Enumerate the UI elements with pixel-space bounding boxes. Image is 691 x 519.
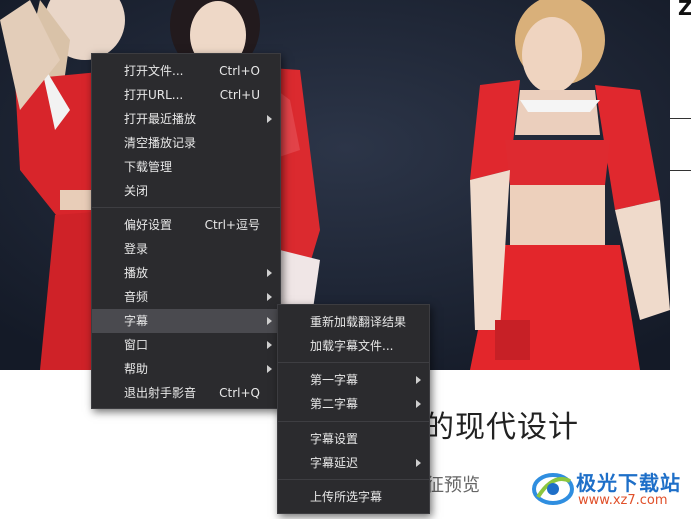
menu-item-label: 帮助 [124,362,149,376]
submenu-arrow-icon [267,115,272,123]
menu-item-label: 打开最近播放 [124,112,197,126]
submenu-arrow-icon [416,459,421,467]
menu-item-label: 第一字幕 [310,373,359,387]
menu-item-open-file[interactable]: 打开文件... Ctrl+O [92,59,280,83]
menu-separator [278,421,429,422]
menu-item-clear-history[interactable]: 清空播放记录 [92,131,280,155]
divider [670,170,691,171]
page-edge-strip [670,0,691,370]
menu-item-window[interactable]: 窗口 [92,333,280,357]
menu-item-preferences[interactable]: 偏好设置 Ctrl+逗号 [92,213,280,237]
menu-item-download-manager[interactable]: 下载管理 [92,155,280,179]
watermark-url: www.xz7.com [578,493,668,508]
watermark: 极光下载站 www.xz7.com [532,463,691,519]
menu-item-upload-subtitle[interactable]: 上传所选字幕 [278,485,429,509]
menu-item-quit[interactable]: 退出射手影音 Ctrl+Q [92,381,280,405]
menu-item-first-subtitle[interactable]: 第一字幕 [278,368,429,392]
menu-item-label: 清空播放记录 [124,136,197,150]
menu-item-subtitle-settings[interactable]: 字幕设置 [278,427,429,451]
edge-glyph: Z [678,0,691,20]
menu-item-label: 字幕设置 [310,432,359,446]
menu-item-subtitles[interactable]: 字幕 [92,309,280,333]
submenu-arrow-icon [416,376,421,384]
menu-item-shortcut: Ctrl+O [219,64,260,78]
menu-item-label: 播放 [124,266,149,280]
menu-item-label: 退出射手影音 [124,386,197,400]
menu-item-close[interactable]: 关闭 [92,179,280,203]
submenu-arrow-icon [267,293,272,301]
menu-item-label: 音频 [124,290,149,304]
menu-item-label: 窗口 [124,338,149,352]
menu-item-label: 加载字幕文件... [310,339,394,353]
menu-separator [92,207,280,208]
submenu-arrow-icon [267,269,272,277]
menu-item-subtitle-delay[interactable]: 字幕延迟 [278,451,429,475]
menu-item-reload-translation[interactable]: 重新加载翻译结果 [278,310,429,334]
watermark-logo-icon [532,473,574,505]
menu-item-label: 登录 [124,242,149,256]
menu-item-login[interactable]: 登录 [92,237,280,261]
menu-item-playback[interactable]: 播放 [92,261,280,285]
main-context-menu: 打开文件... Ctrl+O 打开URL... Ctrl+U 打开最近播放 清空… [91,53,281,409]
menu-item-label: 打开文件... [124,64,184,78]
submenu-arrow-icon [267,317,272,325]
menu-item-audio[interactable]: 音频 [92,285,280,309]
menu-item-label: 第二字幕 [310,397,359,411]
menu-item-label: 下载管理 [124,160,173,174]
background-title: 的现代设计 [424,410,579,445]
menu-item-label: 偏好设置 [124,218,173,232]
submenu-arrow-icon [416,400,421,408]
menu-item-shortcut: Ctrl+U [219,88,260,102]
divider [670,118,691,119]
submenu-arrow-icon [267,341,272,349]
menu-item-label: 重新加载翻译结果 [310,315,407,329]
menu-item-load-subtitle-file[interactable]: 加载字幕文件... [278,334,429,358]
menu-item-open-recent[interactable]: 打开最近播放 [92,107,280,131]
menu-item-label: 打开URL... [124,88,184,102]
menu-item-second-subtitle[interactable]: 第二字幕 [278,392,429,416]
menu-item-shortcut: Ctrl+逗号 [204,218,260,232]
submenu-arrow-icon [267,365,272,373]
menu-separator [278,362,429,363]
menu-item-help[interactable]: 帮助 [92,357,280,381]
watermark-brand: 极光下载站 [576,471,681,495]
menu-item-open-url[interactable]: 打开URL... Ctrl+U [92,83,280,107]
menu-item-shortcut: Ctrl+Q [219,386,260,400]
menu-separator [278,479,429,480]
menu-item-label: 上传所选字幕 [310,490,383,504]
menu-item-label: 字幕延迟 [310,456,359,470]
background-subtitle: 征预览 [426,475,480,496]
menu-item-label: 关闭 [124,184,149,198]
subtitle-submenu: 重新加载翻译结果 加载字幕文件... 第一字幕 第二字幕 字幕设置 字幕延迟 上… [277,304,430,514]
menu-item-label: 字幕 [124,314,149,328]
